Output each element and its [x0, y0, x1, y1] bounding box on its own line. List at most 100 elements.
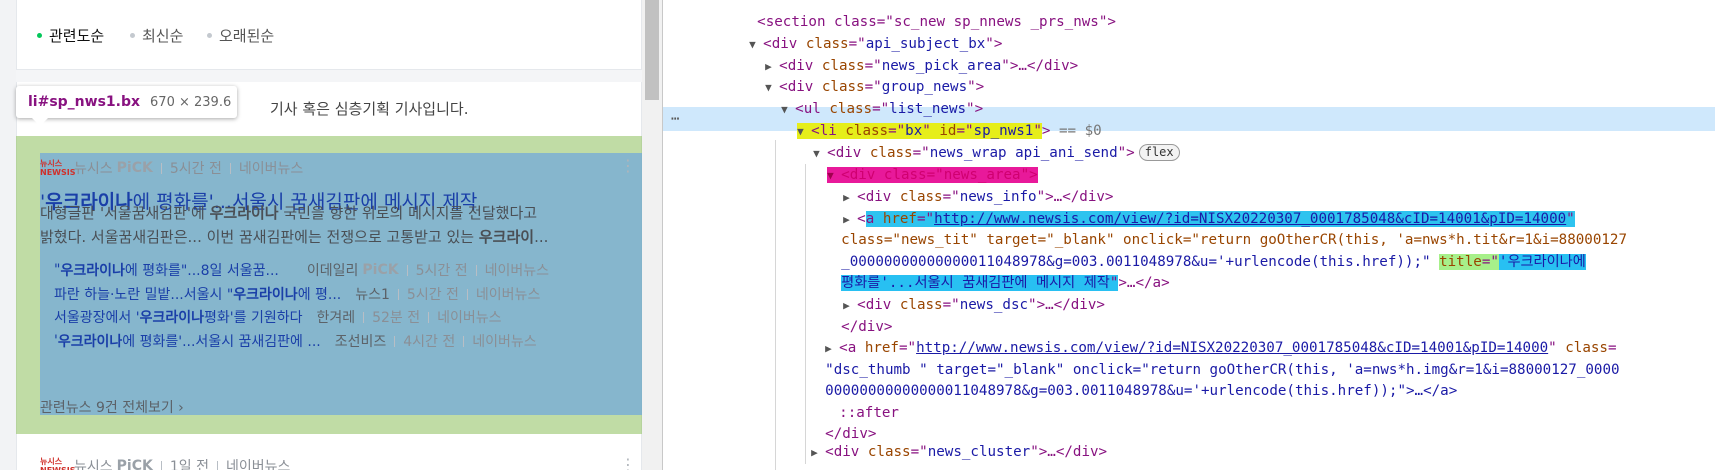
dom-attr-value: news_dsc [959, 297, 1029, 313]
dom-node-dsc-thumb[interactable]: ▶ <a href="http://www.newsis.com/view/?id… [791, 314, 1616, 356]
dom-node-list-news[interactable]: ▼ <ul class="list_news"> [747, 75, 983, 117]
separator [216, 460, 218, 470]
dom-node-group-news[interactable]: ▼ <div class="group_news"> [731, 53, 984, 95]
cluster-item[interactable]: 서울광장에서 ' 우크라이나 평화'를 기원하다 한겨레 52분 전 네이버뉴스 [54, 307, 502, 327]
separator [160, 460, 162, 470]
active-dot-icon [37, 33, 42, 38]
sort-label: 관련도순 [49, 27, 105, 45]
newsis-logo-icon: 뉴시스NEWSIS [40, 457, 75, 470]
devtools-elements-panel: ⋯ <section class="sc_new sp_nnews _prs_n… [663, 0, 1715, 470]
dom-attr-line[interactable]: "dsc_thumb " target="_blank" onclick="re… [791, 336, 1619, 378]
tooltip-arrow [32, 118, 48, 126]
dom-node-news-dsc[interactable]: ▶ <div class="news_dsc">…</div> [809, 271, 1105, 313]
separator [463, 335, 465, 347]
press-info-next: 뉴시스NEWSIS 뉴시스 PiCK 1일 전 네이버뉴스 [40, 456, 290, 470]
section-gap [16, 70, 642, 82]
cluster-time: 4시간 전 [403, 334, 456, 350]
collapse-triangle-icon[interactable]: ▶ [811, 441, 825, 464]
dom-node-news-pick-area[interactable]: ▶ <div class="news_pick_area">…</div> [731, 32, 1078, 74]
press-name[interactable]: 뉴시스 [74, 158, 113, 178]
separator [394, 335, 396, 347]
dom-attr-line[interactable]: _00000000000000011048978&g=003.001104897… [807, 228, 1586, 270]
dom-attr-line[interactable]: class="news_tit" target="_blank" onclick… [807, 206, 1627, 248]
desc-text: 국민을 향한 위로의 메시지를 전달했다고 [278, 204, 538, 222]
pick-badge: PiCK [362, 262, 399, 278]
dom-node-news-area[interactable]: ▼ <div class="news_area"> [793, 141, 1038, 183]
more-options-icon[interactable]: ⋮ [620, 455, 636, 470]
cluster-source[interactable]: 조선비즈 [335, 331, 387, 351]
node-actions-icon[interactable]: ⋯ [671, 107, 679, 131]
news-desc-line-1[interactable]: 대형글판 '서울꿈새김판'에 우크라이나 국민을 향한 위로의 메시지를 전달했… [40, 202, 537, 223]
cluster-item[interactable]: ' 우크라이나 에 평화를'...서울시 꿈새김판에 ... 조선비즈 4시간 전 … [54, 331, 537, 351]
sort-label: 오래된순 [219, 27, 275, 45]
separator [475, 264, 477, 276]
naver-news-link[interactable]: 네이버뉴스 [239, 158, 303, 178]
pick-notice-text: 기사 혹은 심층기획 기사입니다. [270, 100, 469, 118]
dom-node-news-wrap[interactable]: ▼ <div class="news_wrap api_ani_send"> fle… [779, 119, 1180, 161]
dom-tag-close: …</div> [1045, 297, 1105, 313]
indent-guide [775, 140, 776, 470]
dom-node-news-info[interactable]: ▶ <div class="news_info">…</div> [809, 163, 1113, 205]
cluster-item[interactable]: " 우크라이나 에 평화를"...8일 서울꿈... 이데일리 PiCK 5시간 전… [54, 260, 549, 280]
separator [397, 288, 399, 300]
cluster-source[interactable]: 이데일리 [307, 260, 359, 280]
cluster-keyword: 우크라이나 [233, 287, 298, 303]
cluster-text: 서울광장에서 ' [54, 310, 140, 326]
dom-tag-close: …</div> [1047, 444, 1108, 460]
cluster-text: 에 평화를"...8일 서울꿈... [124, 263, 279, 279]
cluster-text: 평화'를 기원하다 [204, 310, 303, 326]
dot-icon [207, 33, 212, 38]
dom-attr-text: 00000000000000011048978&g=003.0011048978… [825, 383, 1458, 399]
desc-text: 대형글판 '서울꿈새김판'에 [40, 204, 210, 222]
sort-option-latest[interactable]: 최신순 [130, 25, 183, 46]
page-scrollbar-thumb[interactable] [645, 0, 659, 100]
sort-option-oldest[interactable]: 오래된순 [207, 25, 274, 46]
cluster-text: 파란 하늘·노란 밀밭...서울시 " [54, 287, 234, 303]
tooltip-selector: li#sp_nws1.bx [28, 94, 141, 110]
dom-tag-close: >…</a> [1118, 275, 1170, 291]
dom-node-sp-nws1[interactable]: ▼ <li class="bx" id="sp_nws1"> == $0 [763, 97, 1102, 139]
dom-node-api-subject-bx[interactable]: ▼ <div class="api_subject_bx"> [715, 10, 1002, 52]
dom-attr: title [1439, 254, 1482, 270]
press-name[interactable]: 뉴시스 [74, 456, 113, 470]
cluster-keyword: 우크라이나 [139, 310, 204, 326]
cluster-item[interactable]: 파란 하늘·노란 밀밭...서울시 " 우크라이나 에 평... 뉴스1 5시간 전… [54, 284, 540, 304]
dom-node-news-cluster[interactable]: ▶ <div class="news_cluster">…</div> [777, 418, 1107, 460]
separator [363, 311, 365, 323]
flex-badge[interactable]: flex [1138, 144, 1180, 161]
desc-text: 밝혔다. 서울꿈새김판은... 이번 꿈새김판에는 전쟁으로 고통받고 있는 [40, 228, 479, 246]
naver-news-link[interactable]: 네이버뉴스 [485, 260, 549, 280]
cluster-keyword: 우크라이나 [60, 263, 125, 279]
dom-attr-line[interactable]: 평화를'...서울시 꿈새김판에 메시지 제작">…</a> [807, 249, 1170, 291]
separator [428, 311, 430, 323]
sort-option-relevance[interactable]: 관련도순 [37, 25, 104, 46]
separator [229, 162, 231, 174]
dom-attr-line[interactable]: 00000000000000011048978&g=003.0011048978… [791, 357, 1457, 399]
naver-news-link[interactable]: 네이버뉴스 [437, 307, 501, 327]
dom-attr-value: news_cluster [927, 444, 1031, 460]
desc-text: ... [534, 228, 549, 246]
pick-badge: PiCK [116, 160, 153, 176]
dom-close-line[interactable]: </div> [807, 293, 892, 335]
news-desc-line-2[interactable]: 밝혔다. 서울꿈새김판은... 이번 꿈새김판에는 전쟁으로 고통받고 있는 우… [40, 226, 548, 247]
dot-icon [130, 33, 135, 38]
naver-news-link[interactable]: 네이버뉴스 [476, 284, 540, 304]
web-page-pane: 관련도순 최신순 오래된순 기사 혹은 심층기획 기사입니다. 뉴시스 NEWSI… [0, 0, 662, 470]
news-time: 5시간 전 [169, 161, 222, 177]
news-time: 1일 전 [169, 459, 209, 470]
cluster-source[interactable]: 한겨레 [316, 307, 355, 327]
dom-attr-value: '우크라이나에 [1498, 254, 1586, 270]
more-options-icon[interactable]: ⋮ [620, 156, 636, 175]
dom-attr: class [867, 444, 911, 460]
naver-news-link[interactable]: 네이버뉴스 [226, 456, 290, 470]
sort-bar: 관련도순 최신순 오래된순 [16, 0, 642, 70]
pick-badge: PiCK [116, 458, 153, 470]
dom-tag-close: …</div> [1018, 58, 1079, 74]
sort-label: 최신순 [142, 27, 184, 45]
desc-keyword: 우크라이 [478, 228, 535, 246]
dom-node-news-tit[interactable]: ▶ <a href="http://www.newsis.com/view/?id… [809, 185, 1575, 227]
more-related-news-link[interactable]: 관련뉴스 9건 전체보기 › [40, 397, 184, 417]
cluster-source[interactable]: 뉴스1 [355, 284, 390, 304]
naver-news-link[interactable]: 네이버뉴스 [472, 331, 536, 351]
dom-pseudo-after[interactable]: ::after [805, 379, 899, 421]
